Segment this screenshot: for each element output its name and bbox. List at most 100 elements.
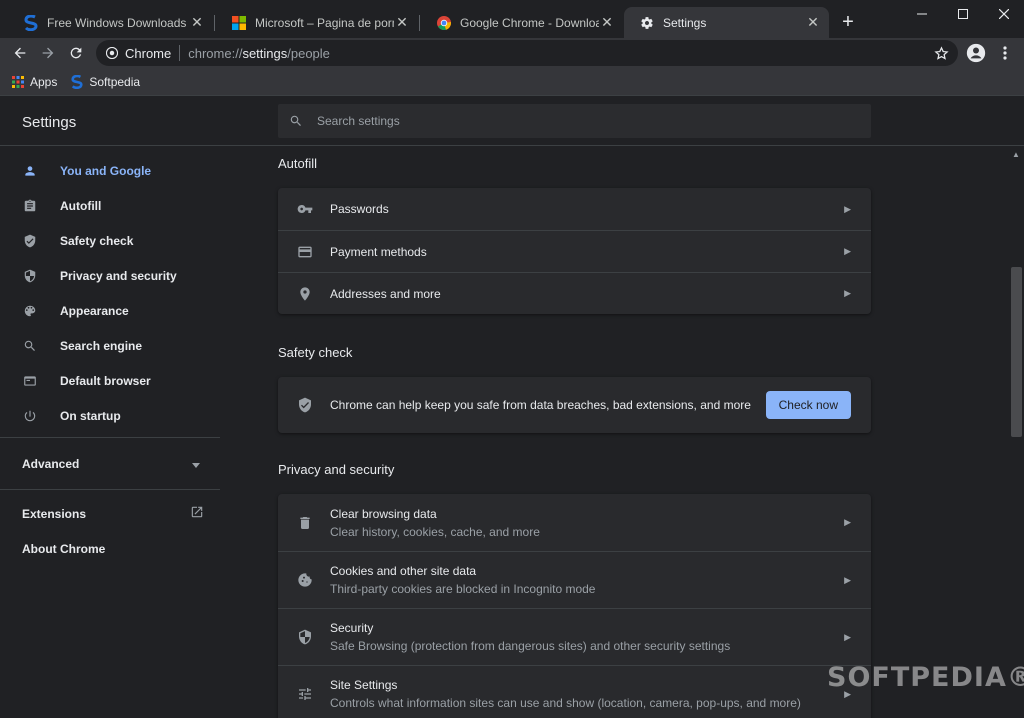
row-site-settings[interactable]: Site Settings Controls what information … [278,665,871,718]
tab-label: Free Windows Downloads [47,15,187,30]
sidebar-item-label: You and Google [60,163,152,178]
sidebar-divider [0,489,220,490]
tab-divider [419,15,420,31]
close-icon[interactable]: ✕ [189,14,205,31]
chevron-right-icon: ▶ [844,574,851,585]
sidebar-item-label: Search engine [60,338,143,353]
power-icon [22,408,38,424]
row-sublabel: Controls what information sites can use … [330,696,801,710]
tab-label: Google Chrome - Download the [460,15,599,30]
page-title: Settings [22,114,77,131]
url-text: chrome://settings/people [188,45,330,61]
chevron-right-icon: ▶ [844,203,851,214]
profile-avatar-icon[interactable] [964,41,988,65]
sidebar-divider [0,437,220,438]
sidebar-item-search-engine[interactable]: Search engine [0,328,220,363]
window-close-button[interactable] [984,0,1024,28]
safety-check-card: Chrome can help keep you safe from data … [278,377,871,433]
settings-content: Autofill Passwords ▶ Payment methods ▶ A… [278,147,871,718]
sidebar-item-you-and-google[interactable]: You and Google [0,153,220,188]
forward-button[interactable] [36,41,60,65]
row-label: Cookies and other site data [330,564,477,578]
search-icon [289,114,303,128]
row-security[interactable]: Security Safe Browsing (protection from … [278,608,871,665]
omnibox-divider [179,45,181,61]
menu-kebab-icon[interactable] [993,41,1017,65]
row-label: Clear browsing data [330,506,437,521]
bookmark-softpedia[interactable]: Softpedia [71,74,141,89]
settings-header: Settings Search settings [0,97,1024,146]
section-title-autofill: Autofill [278,156,318,171]
chevron-right-icon: ▶ [844,288,851,298]
dropdown-arrow-icon [192,457,200,471]
browser-icon [22,373,38,389]
row-label: Addresses and more [330,286,441,301]
sidebar-item-appearance[interactable]: Appearance [0,293,220,328]
credit-card-icon [296,243,314,261]
bookmark-apps[interactable]: Apps [12,75,57,89]
sidebar-item-about-chrome[interactable]: About Chrome [0,531,220,566]
location-pin-icon [296,285,314,303]
apps-grid-icon [12,75,24,88]
scroll-up-arrow-icon[interactable]: ▲ [1012,150,1020,159]
open-in-new-icon [190,505,204,522]
address-bar[interactable]: Chrome chrome://settings/people [96,40,958,66]
maximize-button[interactable] [943,0,983,28]
softpedia-watermark: SOFTPEDIA® [827,662,1024,693]
sidebar-item-label: Autofill [60,198,102,213]
shield-check-icon [22,233,38,249]
tab-divider [214,15,215,31]
row-payment-methods[interactable]: Payment methods ▶ [278,230,871,272]
sidebar-item-on-startup[interactable]: On startup [0,398,220,433]
site-chip[interactable]: Chrome [106,46,171,61]
microsoft-logo-icon [231,15,247,31]
bookmark-star-icon[interactable] [929,41,953,65]
chevron-right-icon: ▶ [844,517,851,527]
new-tab-button[interactable]: + [836,10,860,34]
about-chrome-label: About Chrome [22,541,106,556]
sidebar-item-safety-check[interactable]: Safety check [0,223,220,258]
sidebar-item-label: Default browser [60,373,151,388]
row-clear-browsing-data[interactable]: Clear browsing data Clear history, cooki… [278,494,871,551]
chevron-right-icon: ▶ [844,631,851,642]
row-sublabel: Clear history, cookies, cache, and more [330,524,540,539]
close-icon[interactable]: ✕ [394,14,410,31]
title-bar: Free Windows Downloads ✕ Microsoft – Pag… [0,0,1024,38]
scrollbar-thumb[interactable] [1011,267,1022,437]
sidebar-item-label: Privacy and security [60,268,177,283]
close-icon[interactable]: ✕ [599,14,615,31]
extensions-label: Extensions [22,506,87,521]
gear-icon [639,15,655,31]
row-cookies-and-site-data[interactable]: Cookies and other site data Third-party … [278,551,871,608]
autofill-card: Passwords ▶ Payment methods ▶ Addresses … [278,188,871,314]
tab-google-chrome-download[interactable]: Google Chrome - Download the ✕ [421,7,623,38]
sidebar-item-label: Appearance [60,303,129,318]
sidebar-item-extensions[interactable]: Extensions [0,496,220,531]
sliders-icon [296,685,314,703]
tab-settings[interactable]: Settings ✕ [624,7,829,38]
tab-free-windows-downloads[interactable]: Free Windows Downloads ✕ [8,7,213,38]
sidebar-item-autofill[interactable]: Autofill [0,188,220,223]
shield-icon [22,268,38,284]
key-icon [296,200,314,218]
row-addresses-and-more[interactable]: Addresses and more ▶ [278,272,871,314]
row-passwords[interactable]: Passwords ▶ [278,188,871,230]
bookmark-label: Softpedia [89,74,141,89]
minimize-button[interactable] [902,0,942,28]
row-sublabel: Safe Browsing (protection from dangerous… [330,639,731,653]
sidebar-advanced-toggle[interactable]: Advanced [0,446,220,481]
sidebar-item-privacy-and-security[interactable]: Privacy and security [0,258,220,293]
softpedia-s-icon [71,74,83,89]
back-button[interactable] [8,41,32,65]
page-scrollbar[interactable]: ▲ [1009,147,1024,718]
chrome-icon [436,15,452,31]
search-input[interactable]: Search settings [278,104,871,138]
search-icon [22,338,38,354]
advanced-label: Advanced [22,456,80,471]
sidebar-item-default-browser[interactable]: Default browser [0,363,220,398]
search-placeholder: Search settings [317,114,400,128]
close-icon[interactable]: ✕ [805,14,821,31]
tab-microsoft[interactable]: Microsoft – Pagina de pornire of ✕ [216,7,418,38]
check-now-button[interactable]: Check now [765,391,851,419]
reload-button[interactable] [64,41,88,65]
